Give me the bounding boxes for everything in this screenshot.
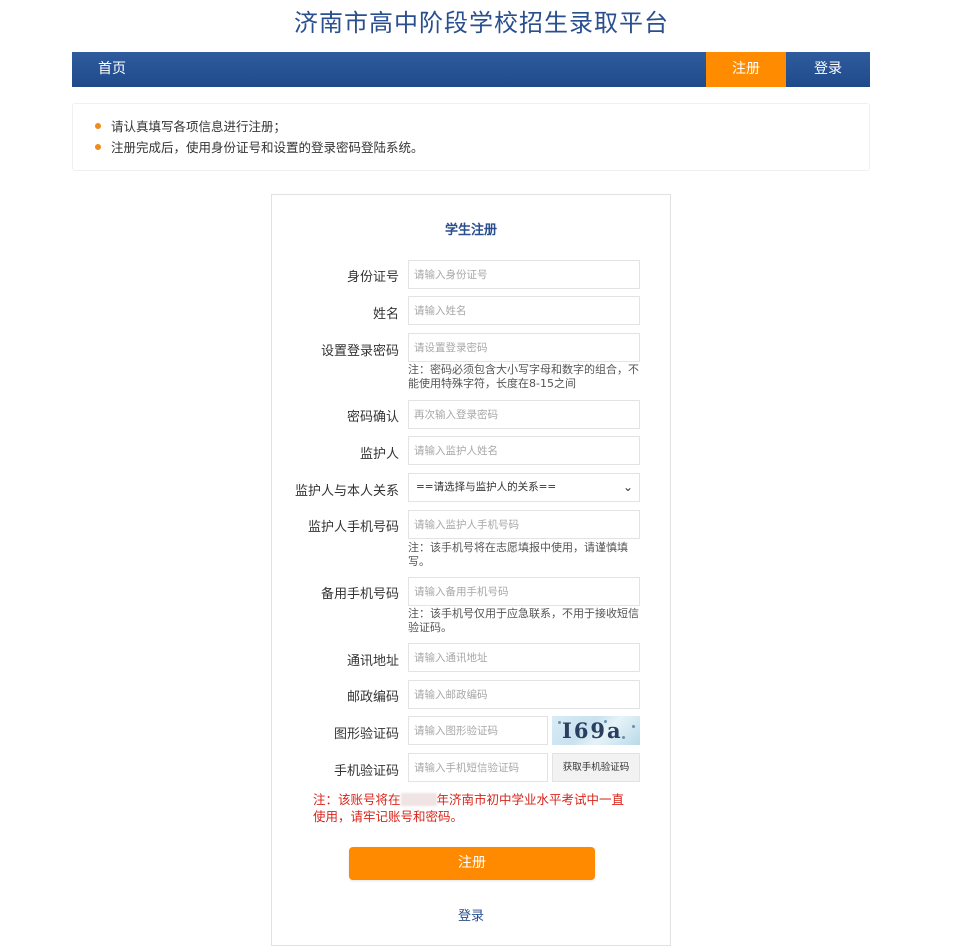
redacted-year <box>400 793 437 806</box>
backup-phone-hint: 注：该手机号仅用于应急联系，不用于接收短信验证码。 <box>408 607 639 634</box>
guardian-phone-label: 监护人手机号码 <box>307 520 399 535</box>
id-card-label: 身份证号 <box>346 270 399 285</box>
captcha-image[interactable]: I69a <box>552 716 640 745</box>
noise-dot <box>558 721 561 724</box>
postcode-label: 邮政编码 <box>346 690 399 705</box>
guardian-name-input[interactable] <box>408 436 640 465</box>
backup-phone-input[interactable] <box>408 577 640 606</box>
guardian-label: 监护人 <box>359 447 399 462</box>
relation-label: 监护人与本人关系 <box>294 484 399 499</box>
noise-dot <box>622 736 625 739</box>
name-input[interactable] <box>408 296 640 325</box>
captcha-label: 图形验证码 <box>333 727 399 742</box>
captcha-input[interactable] <box>408 716 548 745</box>
top-navbar: 首页 注册 登录 <box>72 52 870 87</box>
noise-dot <box>632 725 635 728</box>
account-warning: 注：该账号将在 年济南市初中学业水平考试中一直使用，请牢记账号和密码。 <box>313 792 625 824</box>
address-input[interactable] <box>408 643 640 672</box>
get-sms-code-button[interactable]: 获取手机验证码 <box>552 753 640 782</box>
postcode-input[interactable] <box>408 680 640 709</box>
password-label: 设置登录密码 <box>320 344 399 359</box>
notice-item: 请认真填写各项信息进行注册； <box>95 116 869 137</box>
nav-home-link[interactable]: 首页 <box>98 52 126 87</box>
register-form-card: 学生注册 身份证号 姓名 设置登录密码 注：密码必须包含大小写字母和数字的组合，… <box>271 194 671 946</box>
register-submit-button[interactable]: 注册 <box>349 847 595 880</box>
address-label: 通讯地址 <box>346 654 399 669</box>
site-title: 济南市高中阶段学校招生录取平台 <box>294 9 669 37</box>
password-input[interactable] <box>408 333 640 362</box>
backup-phone-label: 备用手机号码 <box>320 587 399 602</box>
bullet-icon <box>95 144 101 150</box>
confirm-password-label: 密码确认 <box>346 410 399 425</box>
login-link[interactable]: 登录 <box>272 905 670 924</box>
bullet-icon <box>95 123 101 129</box>
name-label: 姓名 <box>372 307 399 322</box>
sms-code-input[interactable] <box>408 753 548 782</box>
nav-login-tab[interactable]: 登录 <box>786 52 870 87</box>
nav-register-tab[interactable]: 注册 <box>706 52 786 87</box>
id-card-input[interactable] <box>408 260 640 289</box>
password-hint: 注：密码必须包含大小写字母和数字的组合，不能使用特殊字符，长度在8-15之间 <box>408 363 639 390</box>
guardian-phone-input[interactable] <box>408 510 640 539</box>
relation-select[interactable]: ==请选择与监护人的关系== ⌄ <box>408 473 640 502</box>
sms-code-label: 手机验证码 <box>333 764 399 779</box>
notice-box: 请认真填写各项信息进行注册； 注册完成后，使用身份证号和设置的登录密码登陆系统。 <box>72 103 870 171</box>
relation-selected-value: ==请选择与监护人的关系== <box>416 481 557 493</box>
notice-item: 注册完成后，使用身份证号和设置的登录密码登陆系统。 <box>95 137 869 158</box>
confirm-password-input[interactable] <box>408 400 640 429</box>
captcha-text: I69a <box>562 718 623 743</box>
chevron-down-icon: ⌄ <box>622 480 633 494</box>
guardian-phone-hint: 注：该手机号将在志愿填报中使用，请谨慎填写。 <box>408 541 628 568</box>
noise-dot <box>604 720 607 723</box>
form-title: 学生注册 <box>444 223 497 238</box>
